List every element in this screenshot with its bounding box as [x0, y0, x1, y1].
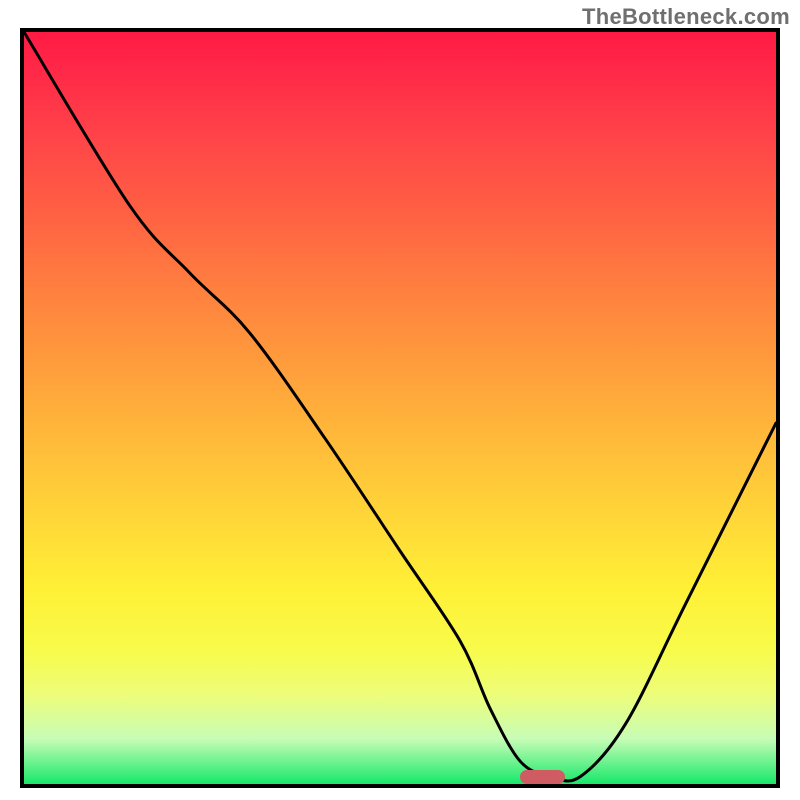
watermark-text: TheBottleneck.com [582, 4, 790, 30]
chart-frame [20, 28, 780, 788]
chart-container: TheBottleneck.com [0, 0, 800, 800]
gradient-background [24, 32, 776, 784]
optimal-marker [520, 770, 565, 784]
